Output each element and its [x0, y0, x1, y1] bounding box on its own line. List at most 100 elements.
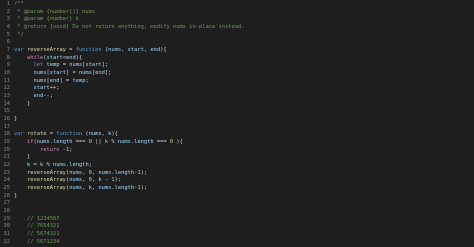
code-comment: * @param {number} k: [14, 16, 79, 23]
code-line[interactable]: 15: [0, 108, 474, 116]
code-line[interactable]: 31 // 5674321: [0, 231, 474, 239]
code-line[interactable]: 18 var rotate = function (nums, k){: [0, 131, 474, 139]
code-text[interactable]: end--;: [10, 93, 53, 101]
code-text[interactable]: nums[end] = temp;: [10, 77, 88, 86]
code-text[interactable]: [10, 200, 14, 208]
code-line[interactable]: 5 */: [0, 32, 474, 40]
code-text[interactable]: }: [10, 101, 30, 109]
code-text[interactable]: while(start<end){: [10, 55, 82, 63]
code-text[interactable]: return -1;: [10, 147, 72, 155]
line-number: 3: [6, 16, 10, 23]
code-text[interactable]: nums[start] = nums[end];: [10, 70, 111, 78]
code-text[interactable]: // 5674321: [10, 231, 59, 239]
code-line[interactable]: 9 let temp = nums[start];: [0, 62, 474, 70]
code-line[interactable]: 20 return -1;: [0, 147, 474, 155]
line-number: 2: [6, 8, 10, 15]
code-line[interactable]: 8 while(start<end){: [0, 55, 474, 63]
code-line[interactable]: 4 * @return {void} Do not return anythin…: [0, 24, 474, 32]
line-number: 17: [3, 123, 11, 130]
code-text[interactable]: k = k % nums.length;: [10, 162, 92, 170]
code-line[interactable]: 30 // 7654321: [0, 223, 474, 231]
code-text[interactable]: start++;: [10, 85, 59, 93]
code-text[interactable]: reverseArray(nums, 0, nums.length-1);: [10, 170, 147, 178]
code-token: nums: [69, 177, 83, 184]
code-token: start: [85, 62, 102, 69]
code-line[interactable]: 2 * @param {number[]} nums: [0, 9, 474, 17]
code-line[interactable]: 3 * @param {number} k: [0, 16, 474, 24]
code-text[interactable]: let temp = nums[start];: [10, 62, 108, 70]
code-line[interactable]: 28: [0, 208, 474, 216]
code-line[interactable]: 6: [0, 39, 474, 47]
line-number: 10: [3, 70, 11, 77]
code-token: ;: [88, 162, 92, 169]
code-comment: */: [14, 31, 24, 38]
code-text[interactable]: reverseArray(nums, k, nums.length-1);: [10, 185, 147, 193]
code-line[interactable]: 29 // 1234567: [0, 216, 474, 224]
code-text[interactable]: * @return {void} Do not return anything,…: [10, 24, 244, 32]
code-token: reverseArray: [26, 177, 66, 184]
code-text[interactable]: [10, 208, 14, 216]
code-token: %: [43, 162, 53, 169]
code-token: reverseArray: [26, 47, 66, 54]
code-line[interactable]: 17: [0, 124, 474, 132]
code-line[interactable]: 22 k = k % nums.length;: [0, 162, 474, 170]
code-line[interactable]: 24 reverseArray(nums, 0, k - 1);: [0, 177, 474, 185]
code-text[interactable]: [10, 108, 14, 116]
code-token: end: [65, 54, 76, 61]
code-lines[interactable]: 1/** 2 * @param {number[]} nums 3 * @param…: [0, 1, 474, 247]
code-line[interactable]: 7 var reverseArray = function (nums, star…: [0, 47, 474, 55]
code-line[interactable]: 32 // 5671234: [0, 239, 474, 247]
code-line[interactable]: 12 start++;: [0, 85, 474, 93]
code-text[interactable]: }: [10, 154, 30, 162]
code-line[interactable]: 26}: [0, 193, 474, 201]
code-text[interactable]: }: [10, 193, 17, 201]
code-line[interactable]: 21 }: [0, 154, 474, 162]
code-text[interactable]: /**: [10, 1, 24, 9]
code-token: ){: [75, 54, 83, 61]
code-text[interactable]: // 5671234: [10, 239, 59, 247]
code-text[interactable]: }: [10, 116, 17, 124]
code-line[interactable]: 13 end--;: [0, 93, 474, 101]
code-line[interactable]: 1 /**: [0, 1, 474, 9]
code-line[interactable]: 23 reverseArray(nums, 0, nums.length-1);: [0, 170, 474, 178]
code-editor[interactable]: 1/** 2 * @param {number[]} nums 3 * @param…: [0, 0, 474, 245]
code-text[interactable]: var rotate = function (nums, k){: [10, 131, 118, 139]
code-token: ===: [153, 139, 170, 146]
code-token: end: [49, 77, 60, 84]
code-line[interactable]: 25 reverseArray(nums, k, nums.length-1);: [0, 185, 474, 193]
code-token: ++;: [49, 85, 60, 92]
code-text[interactable]: [10, 39, 14, 47]
code-text[interactable]: // 7654321: [10, 223, 59, 231]
code-text[interactable]: if(nums.length === 0 || k % nums.length …: [10, 139, 183, 147]
code-line[interactable]: 27: [0, 200, 474, 208]
code-token: start: [33, 85, 50, 92]
code-line[interactable]: 10 nums[start] = nums[end];: [0, 70, 474, 78]
code-text[interactable]: * @param {number[]} nums: [10, 9, 95, 17]
line-number: 11: [3, 77, 11, 84]
code-text[interactable]: reverseArray(nums, 0, k - 1);: [10, 177, 121, 185]
code-token: end: [95, 70, 105, 77]
code-text[interactable]: */: [10, 32, 24, 40]
code-text[interactable]: var reverseArray = function (nums, start…: [10, 47, 167, 55]
line-number: 1: [6, 1, 10, 7]
code-token: nums: [33, 77, 47, 84]
code-line[interactable]: 11 nums[end] = temp;: [0, 78, 474, 86]
code-line[interactable]: 19 if(nums.length === 0 || k % nums.leng…: [0, 139, 474, 147]
line-number: 14: [3, 100, 11, 107]
code-token: ] =: [59, 77, 73, 84]
line-number: 21: [3, 154, 11, 161]
code-token: nums: [36, 139, 50, 146]
code-text[interactable]: // 1234567: [10, 216, 59, 224]
code-line[interactable]: 16}: [0, 116, 474, 124]
line-number: 13: [3, 93, 11, 100]
code-line[interactable]: 14 }: [0, 101, 474, 109]
code-text[interactable]: * @param {number} k: [10, 16, 79, 24]
code-text[interactable]: [10, 124, 14, 132]
code-token: ){: [111, 131, 118, 138]
